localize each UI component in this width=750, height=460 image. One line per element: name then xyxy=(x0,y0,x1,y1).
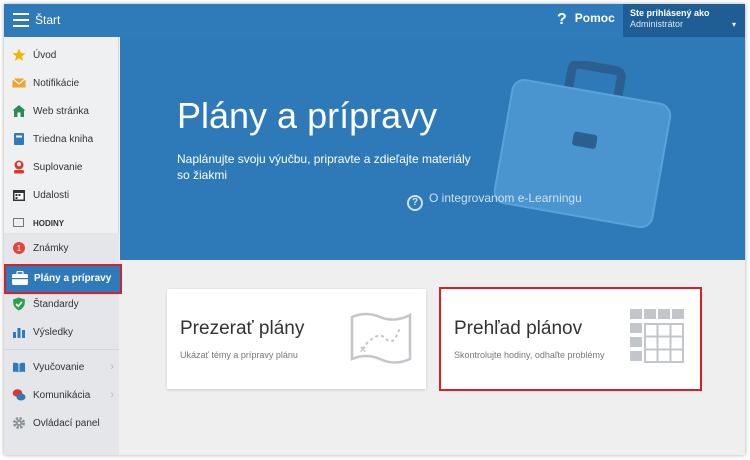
sidebar-item-label: Triedna kniha xyxy=(33,134,94,145)
app-window: Štart ? Pomoc Ste prihlásený ako Administ… xyxy=(4,4,745,455)
envelope-icon xyxy=(12,78,26,88)
sidebar-item-notifikacie[interactable]: Notifikácie xyxy=(4,71,119,97)
calendar-icon xyxy=(13,190,25,201)
plans-overview-card[interactable]: Prehľad plánov Skontrolujte hodiny, odha… xyxy=(439,287,702,391)
sidebar-item-plany-a-pripravy[interactable]: Plány a prípravy xyxy=(4,264,122,294)
sidebar-item-udalosti[interactable]: Udalosti xyxy=(4,183,119,209)
hero-subtitle: Naplánujte svoju výučbu, pripravte a zdi… xyxy=(177,152,471,182)
sidebar-item-web-stranka[interactable]: Web stránka xyxy=(4,99,119,125)
elearning-info-link[interactable]: ? O integrovanom e-Learningu xyxy=(407,191,582,211)
book-icon xyxy=(14,133,24,145)
card-title: Prehľad plánov xyxy=(454,318,583,339)
hamburger-menu-icon[interactable] xyxy=(13,13,29,27)
star-icon xyxy=(12,48,26,61)
sidebar-item-znamky[interactable]: 1 Známky xyxy=(4,236,119,262)
sidebar-item-label: Úvod xyxy=(33,50,57,61)
top-bar: Štart ? Pomoc Ste prihlásený ako Administ… xyxy=(4,4,745,37)
hero-title: Plány a prípravy xyxy=(177,95,438,136)
sidebar-item-triedna-kniha[interactable]: Triedna kniha xyxy=(4,127,119,153)
sidebar-item-label: Notifikácie xyxy=(33,78,80,89)
shield-check-icon xyxy=(13,297,25,311)
briefcase-illustration-icon xyxy=(493,61,672,229)
sidebar-item-label: Známky xyxy=(33,243,69,254)
help-label: Pomoc xyxy=(574,11,615,25)
section-icon xyxy=(13,218,24,227)
elearning-info-label: O integrovanom e-Learningu xyxy=(429,191,582,205)
sidebar-section-hodiny: HODINY xyxy=(4,215,119,233)
open-book-icon xyxy=(13,362,25,373)
sidebar-item-komunikacia[interactable]: Komunikácia › xyxy=(4,383,119,409)
sidebar-item-standardy[interactable]: Štandardy xyxy=(4,292,119,318)
hero-banner: Plány a prípravy Naplánujte svoju výučbu… xyxy=(120,37,745,260)
map-icon: × xyxy=(350,312,412,364)
card-subtitle: Ukázať témy a prípravy plánu xyxy=(180,350,298,360)
grid-icon xyxy=(630,309,684,363)
person-icon xyxy=(14,160,24,174)
sidebar-item-label: Komunikácia xyxy=(33,390,91,401)
chevron-down-icon: ▾ xyxy=(731,20,736,29)
chevron-right-icon: › xyxy=(110,361,114,373)
page-title-start: Štart xyxy=(35,13,61,27)
user-menu[interactable]: Ste prihlásený ako Administrátor ▾ xyxy=(623,4,745,37)
svg-text:1: 1 xyxy=(17,244,22,253)
user-role: Administrátor xyxy=(630,19,684,29)
sidebar-item-label: Výsledky xyxy=(33,327,74,338)
help-circle-icon: ? xyxy=(407,195,423,211)
sidebar-item-label: Vyučovanie xyxy=(33,362,85,373)
briefcase-icon xyxy=(12,271,28,285)
sidebar-item-uvod[interactable]: Úvod xyxy=(4,43,119,69)
sidebar-item-label: Udalosti xyxy=(33,190,70,201)
svg-text:×: × xyxy=(360,344,366,356)
question-icon: ? xyxy=(557,11,567,28)
sidebar-item-suplovanie[interactable]: Suplovanie xyxy=(4,155,119,181)
browse-plans-card[interactable]: Prezerať plány Ukázať témy a prípravy pl… xyxy=(167,289,426,389)
help-button[interactable]: ? Pomoc xyxy=(557,11,615,29)
chat-icon xyxy=(12,389,26,401)
sidebar-divider xyxy=(4,349,119,350)
sidebar-item-label: Suplovanie xyxy=(33,162,83,173)
chevron-right-icon: › xyxy=(110,389,114,401)
sidebar-item-vysledky[interactable]: Výsledky xyxy=(4,320,119,346)
grade-icon: 1 xyxy=(13,242,25,254)
card-title: Prezerať plány xyxy=(180,318,305,339)
sidebar-item-label: Web stránka xyxy=(33,106,89,117)
gear-icon xyxy=(13,417,25,429)
sidebar: Úvod Notifikácie Web stránka Triedna kni… xyxy=(4,37,122,455)
sidebar-item-ovladaci-panel[interactable]: Ovládací panel xyxy=(4,411,119,437)
sidebar-item-label: Plány a prípravy xyxy=(34,273,112,284)
sidebar-section-label: HODINY xyxy=(33,219,65,228)
bar-chart-icon xyxy=(13,328,25,338)
card-subtitle: Skontrolujte hodiny, odhaľte problémy xyxy=(454,350,605,360)
sidebar-item-label: Štandardy xyxy=(33,299,79,310)
user-logged-in-label: Ste prihlásený ako xyxy=(630,8,710,18)
sidebar-item-vyucovanie[interactable]: Vyučovanie › xyxy=(4,355,119,381)
house-icon xyxy=(12,105,26,117)
sidebar-item-label: Ovládací panel xyxy=(33,418,100,429)
